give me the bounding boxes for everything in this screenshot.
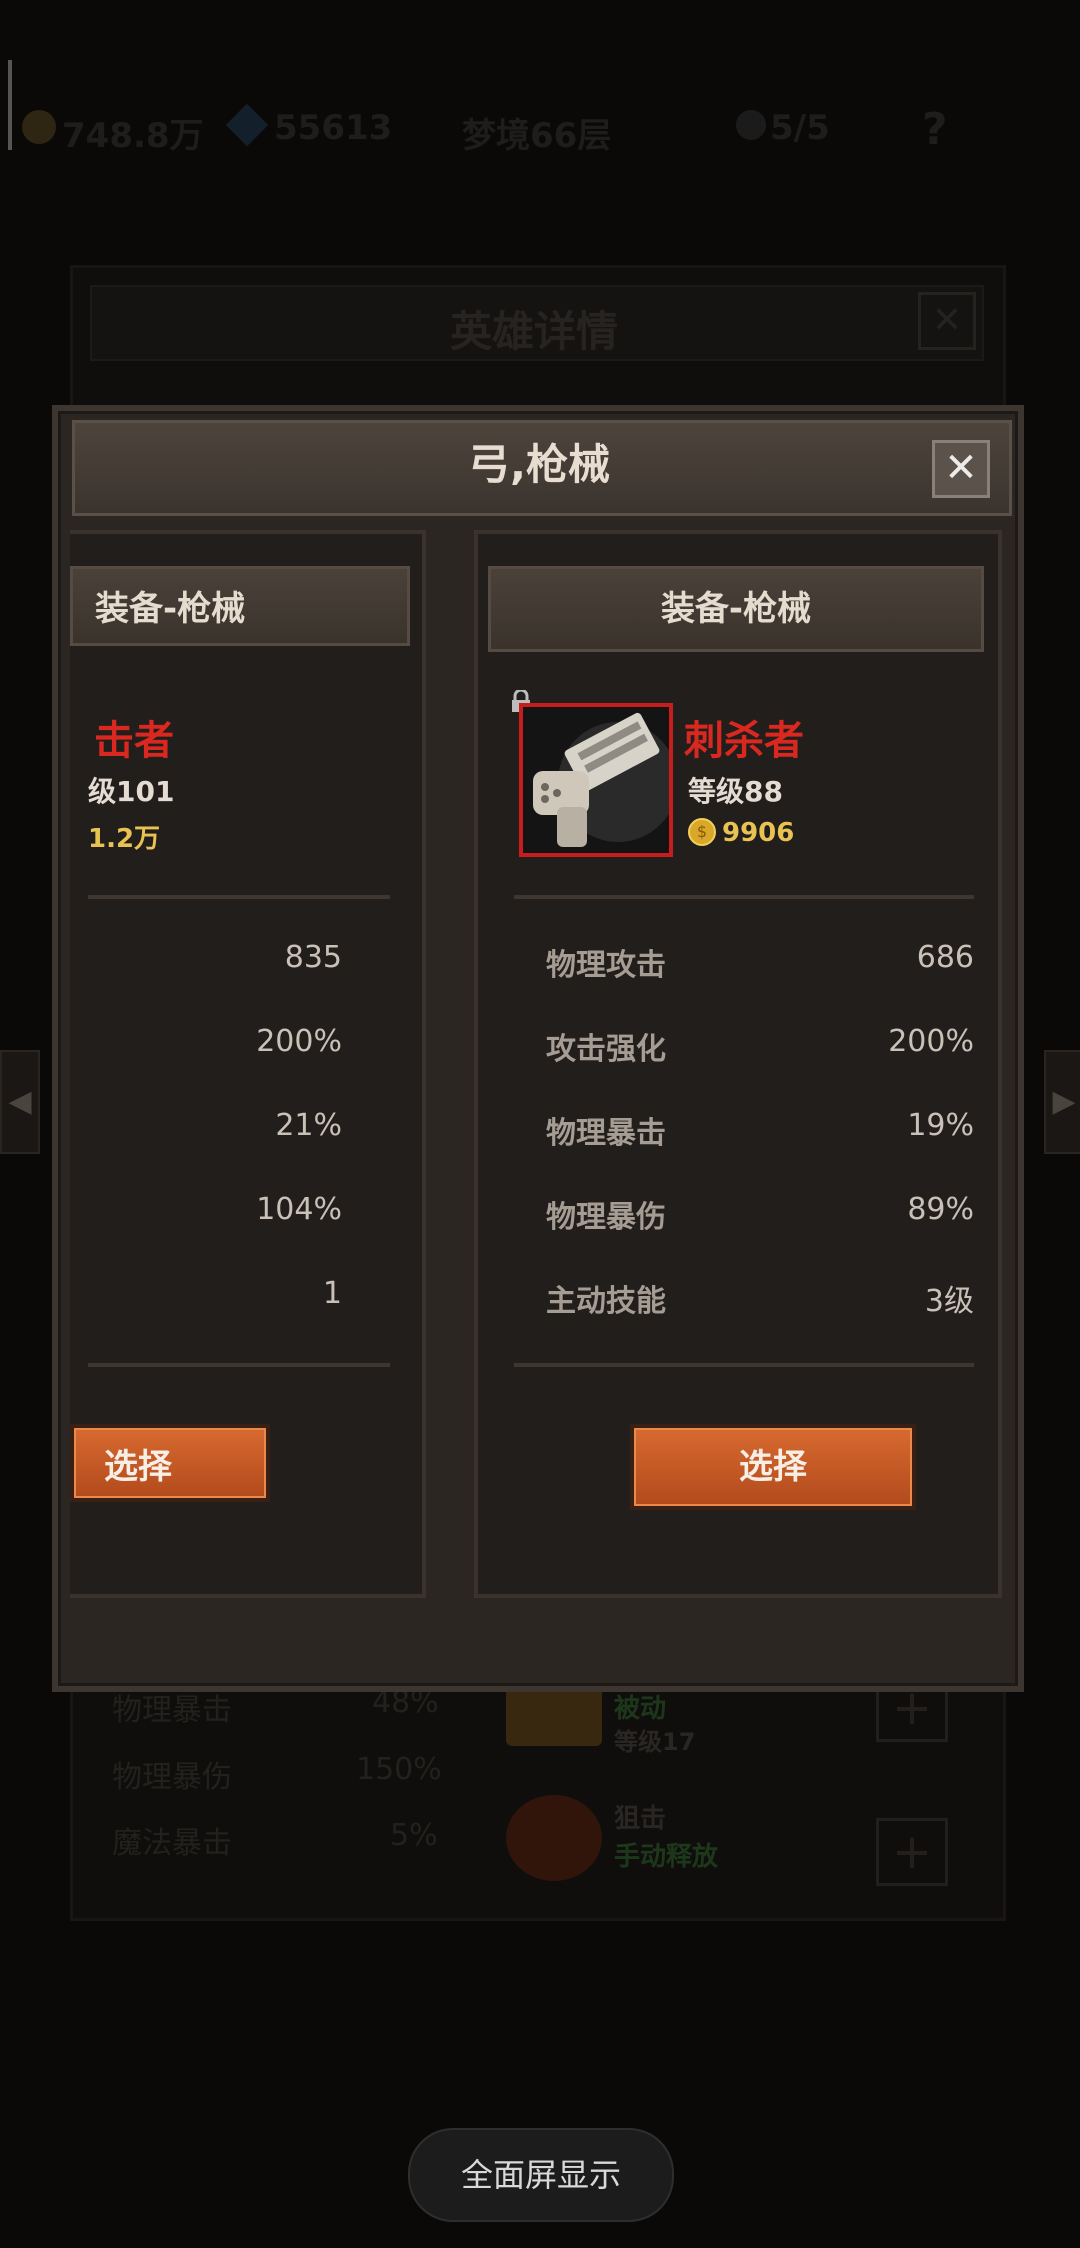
bg-stat-value-critdmg: 150% xyxy=(356,1752,442,1787)
dialog-title: 弓,枪械 xyxy=(468,440,610,489)
skull-icon xyxy=(736,110,766,140)
stat-label-attack-boost: 攻击强化 xyxy=(546,1032,666,1067)
gem-amount: 55613 xyxy=(274,108,393,148)
stat-label-physical-crit: 物理暴击 xyxy=(546,1116,666,1151)
left-item-price: 1.2万 xyxy=(88,824,161,854)
bg-skill-type-passive: 被动 xyxy=(614,1694,667,1724)
fullscreen-display-button[interactable]: 全面屏显示 xyxy=(408,2128,674,2222)
left-stat-value-crit: 21% xyxy=(275,1108,342,1143)
left-card-divider xyxy=(88,895,390,899)
stat-value-physical-crit: 19% xyxy=(907,1108,974,1143)
bg-stat-label-magic: 魔法暴击 xyxy=(112,1826,232,1861)
stat-label-physical-attack: 物理攻击 xyxy=(546,948,666,983)
hud-left-edge xyxy=(8,60,12,150)
stat-value-attack-boost: 200% xyxy=(888,1024,974,1059)
left-stat-value-attack: 835 xyxy=(284,940,342,975)
stat-label-crit-damage: 物理暴伤 xyxy=(546,1200,666,1235)
right-card-header: 装备-枪械 xyxy=(488,566,984,652)
gold-icon xyxy=(22,110,56,144)
left-stat-value-boost: 200% xyxy=(256,1024,342,1059)
bg-skill-level: 等级17 xyxy=(614,1728,696,1756)
stat-value-physical-attack: 686 xyxy=(916,940,974,975)
left-stat-value-skill: 1 xyxy=(322,1276,342,1311)
target-skill-icon xyxy=(506,1795,602,1881)
hero-detail-title: 英雄详情 xyxy=(450,307,619,356)
hero-detail-close-button[interactable]: ✕ xyxy=(918,292,976,350)
bg-stat-value-magic: 5% xyxy=(390,1818,438,1853)
right-item-price: 9906 xyxy=(722,818,795,848)
left-stat-value-critdmg: 104% xyxy=(256,1192,342,1227)
stat-value-crit-damage: 89% xyxy=(907,1192,974,1227)
gun-icon xyxy=(523,707,678,853)
right-item-name: 刺杀者 xyxy=(684,718,804,764)
right-card-divider xyxy=(514,1363,974,1367)
left-select-button[interactable]: 选择 xyxy=(70,1424,270,1502)
close-button[interactable]: ✕ xyxy=(932,440,990,498)
left-item-level: 级101 xyxy=(88,775,175,808)
right-item-level: 等级88 xyxy=(688,775,783,808)
left-card-divider xyxy=(88,1363,390,1367)
gold-amount: 748.8万 xyxy=(62,116,204,156)
gun-item-slot[interactable] xyxy=(519,703,678,857)
top-hud: 748.8万 55613 梦境66层 5/5 ? xyxy=(0,70,1080,190)
plus-icon[interactable]: + xyxy=(876,1818,948,1886)
bg-skill-type-manual: 手动释放 xyxy=(614,1842,719,1872)
stat-value-active-skill: 3级 xyxy=(924,1284,974,1319)
prev-arrow-icon[interactable]: ◀ xyxy=(0,1050,40,1154)
help-button[interactable]: ? xyxy=(922,104,948,155)
skull-count: 5/5 xyxy=(770,108,830,148)
gem-icon xyxy=(225,103,269,147)
stage-label[interactable]: 梦境66层 xyxy=(462,108,611,157)
right-select-button[interactable]: 选择 xyxy=(630,1424,916,1510)
left-item-name: 击者 xyxy=(94,718,174,764)
bg-skill-name-snipe: 狙击 xyxy=(614,1804,667,1834)
left-card-header: 装备-枪械 xyxy=(70,566,410,646)
coin-icon: $ xyxy=(688,818,716,846)
stat-label-active-skill: 主动技能 xyxy=(546,1284,666,1319)
next-arrow-icon[interactable]: ▶ xyxy=(1044,1050,1080,1154)
bg-stat-label-critdmg: 物理暴伤 xyxy=(112,1760,232,1795)
right-card-divider xyxy=(514,895,974,899)
